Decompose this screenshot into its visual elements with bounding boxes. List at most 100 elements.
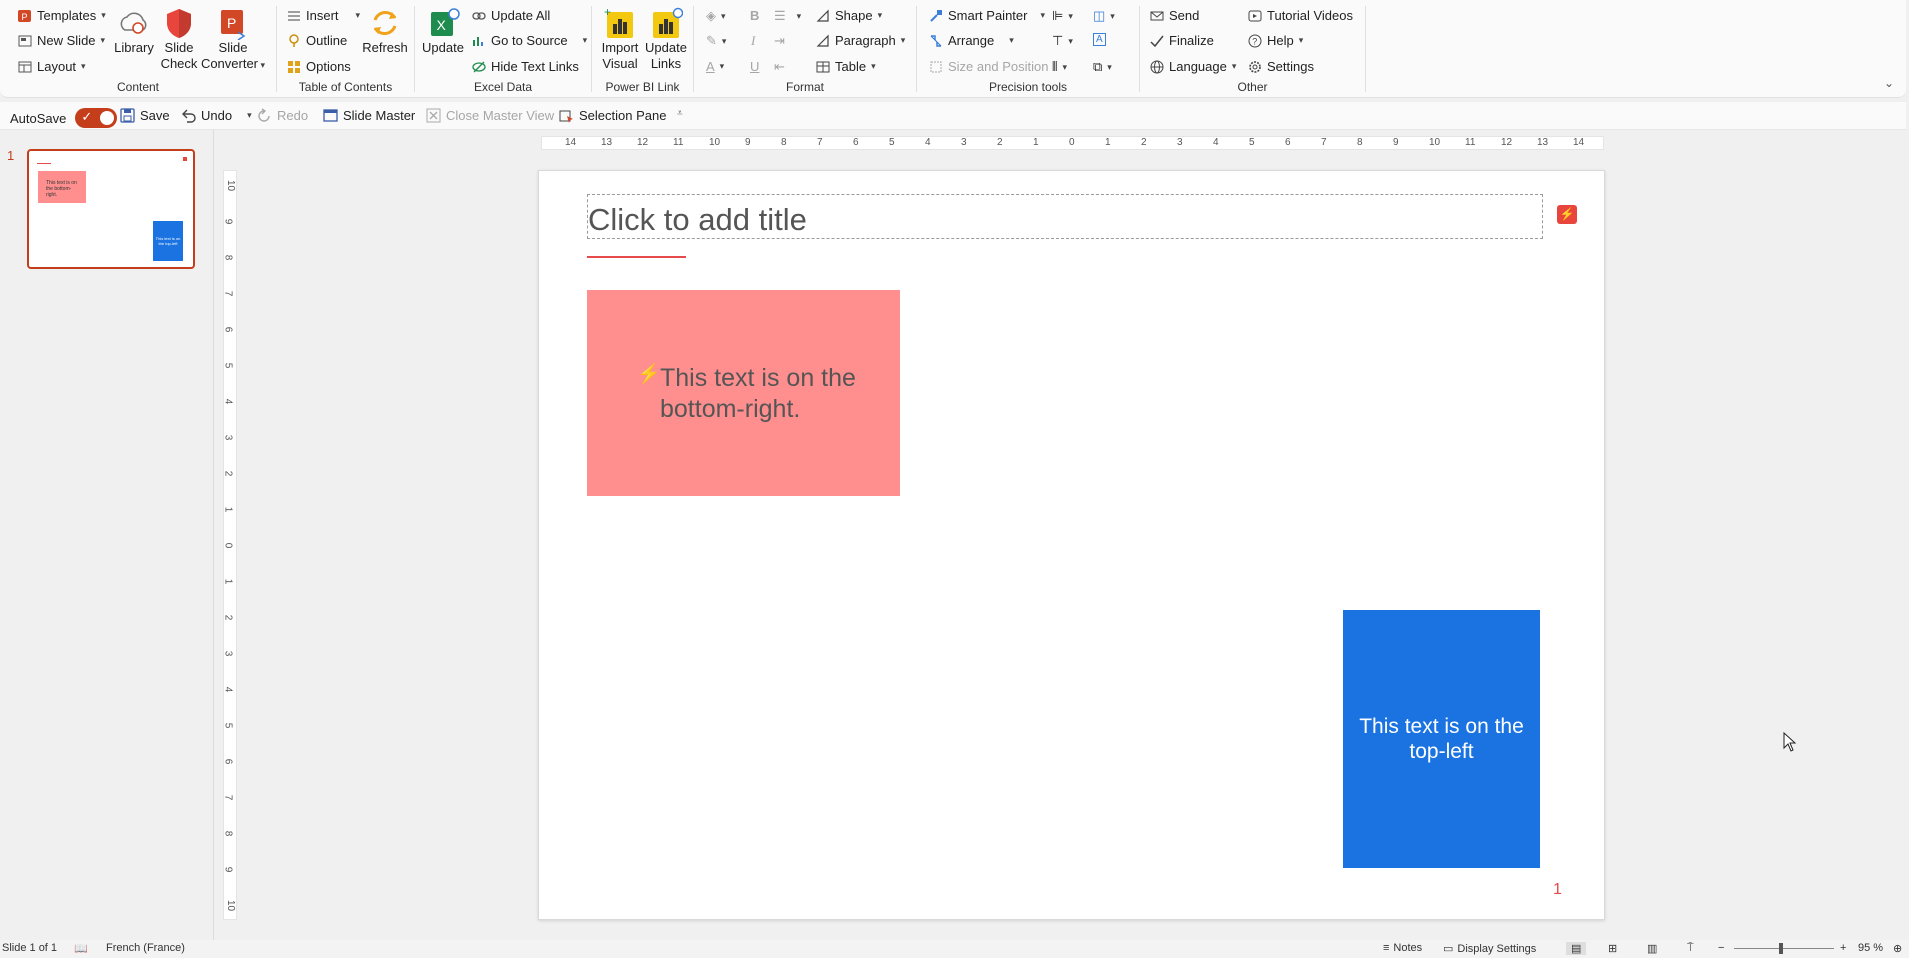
arrange-icon: [930, 34, 942, 47]
library-button[interactable]: Library: [113, 6, 155, 56]
red-shape[interactable]: ⚡ This text is on the bottom-right.: [587, 290, 900, 496]
spacing-button[interactable]: ⫴ ▾: [1052, 59, 1067, 75]
shape-button[interactable]: Shape ▾: [816, 8, 882, 23]
indent-increase-button[interactable]: ⇥: [774, 33, 785, 49]
font-color-button[interactable]: A ▾: [706, 59, 724, 74]
zoom-slider-thumb[interactable]: [1779, 943, 1783, 954]
slide-converter-button[interactable]: P Slide Converter ▾: [200, 6, 266, 73]
import-visual-button[interactable]: + Import Visual: [598, 6, 642, 72]
slide-master-button[interactable]: Slide Master: [323, 108, 415, 123]
slide-canvas[interactable]: Click to add title ⚡ ⚡ This text is on t…: [538, 170, 1605, 920]
align-objects-button[interactable]: ⊫ ▾: [1052, 8, 1073, 24]
accessibility-button[interactable]: 📖: [74, 942, 88, 955]
table-label: Table: [835, 59, 867, 74]
normal-view-button[interactable]: ▤: [1566, 942, 1587, 955]
update-all-button[interactable]: Update All: [472, 8, 550, 23]
smart-painter-button[interactable]: Smart Painter ▾: [929, 8, 1045, 23]
fill-color-button[interactable]: ◈ ▾: [706, 8, 726, 24]
go-to-source-button[interactable]: Go to Source ▾: [472, 33, 587, 48]
undo-button[interactable]: Undo ▾: [181, 108, 252, 123]
insert-button[interactable]: Insert ▾: [287, 8, 360, 23]
size-position-label: Size and Position: [948, 59, 1049, 74]
line-color-button[interactable]: ✎ ▾: [706, 33, 726, 49]
save-button[interactable]: Save: [120, 108, 170, 123]
hide-text-links-button[interactable]: Hide Text Links: [472, 59, 579, 74]
display-settings-button[interactable]: ▭ Display Settings: [1443, 942, 1536, 956]
paragraph-button[interactable]: Paragraph ▾: [816, 33, 905, 48]
update-links-button[interactable]: Update Links: [644, 6, 688, 72]
outline-button[interactable]: Outline: [287, 33, 347, 48]
redo-icon: [258, 108, 270, 122]
group-precision-label: Precision tools: [988, 80, 1068, 94]
options-label: Options: [306, 59, 351, 74]
customize-qat-button[interactable]: ⩡: [677, 108, 683, 119]
textbox-icon: A: [1093, 33, 1106, 46]
help-button[interactable]: ? Help ▾: [1248, 33, 1303, 48]
chevron-down-icon: ▾: [900, 35, 906, 45]
mail-icon: [1150, 11, 1164, 20]
shapes-group-button[interactable]: ◫ ▾: [1093, 8, 1115, 24]
selection-pane-button[interactable]: Selection Pane: [559, 108, 666, 123]
redo-button[interactable]: Redo: [257, 108, 308, 123]
update-button[interactable]: X Update: [419, 6, 467, 56]
undo-icon: [182, 109, 196, 123]
chevron-down-icon: ▾: [721, 35, 727, 46]
zoom-out-button[interactable]: −: [1718, 942, 1724, 954]
new-slide-button[interactable]: New Slide ▾: [18, 33, 105, 48]
notes-button[interactable]: ≡ Notes: [1383, 942, 1422, 954]
title-placeholder[interactable]: Click to add title: [587, 194, 1543, 239]
options-button[interactable]: Options: [287, 59, 351, 74]
send-button[interactable]: Send: [1150, 8, 1199, 23]
slide-check-label-1: Slide: [164, 40, 194, 55]
italic-button[interactable]: I: [751, 33, 755, 49]
settings-button[interactable]: Settings: [1248, 59, 1314, 74]
textbox-button[interactable]: A: [1093, 33, 1106, 46]
templates-button[interactable]: P Templates ▾: [18, 8, 106, 23]
size-position-button[interactable]: Size and Position: [929, 59, 1048, 74]
fit-window-icon: ⊕: [1893, 943, 1903, 955]
close-master-view-button[interactable]: Close Master View: [426, 108, 554, 123]
book-icon: 📖: [74, 943, 88, 955]
language-button[interactable]: Language ▾: [1150, 59, 1236, 74]
layout-button[interactable]: Layout ▾: [18, 59, 86, 74]
blue-shape[interactable]: This text is on the top-left: [1343, 610, 1540, 868]
distribute-button[interactable]: ⊤ ▾: [1052, 33, 1073, 49]
chevron-down-icon: ▾: [355, 10, 361, 20]
svg-text:P: P: [22, 12, 28, 22]
lightning-badge[interactable]: ⚡: [1557, 205, 1577, 224]
slide-sorter-button[interactable]: ⊞: [1608, 942, 1617, 955]
arrange-button[interactable]: Arrange ▾: [929, 33, 1014, 48]
slide-check-button[interactable]: Slide Check: [159, 6, 199, 72]
table-button[interactable]: Table ▾: [816, 59, 876, 74]
fit-slide-button[interactable]: ⊕: [1893, 942, 1902, 955]
eye-hidden-icon: [472, 61, 486, 72]
slide-thumbnail[interactable]: This text is on the bottom-right. This t…: [27, 149, 195, 269]
collapse-ribbon-button[interactable]: ⌄: [1884, 76, 1894, 90]
reading-view-button[interactable]: ▥: [1647, 942, 1657, 955]
go-to-source-label: Go to Source: [491, 33, 568, 48]
underline-button[interactable]: U: [750, 59, 759, 74]
ruler-tick-label: 2: [997, 137, 1003, 148]
bold-button[interactable]: B: [750, 8, 759, 23]
autosave-toggle[interactable]: AutoSave ✓: [10, 108, 118, 128]
toggle-switch[interactable]: ✓: [75, 108, 118, 128]
refresh-button[interactable]: Refresh: [361, 6, 409, 56]
reading-view-icon: ▥: [1647, 943, 1658, 955]
group-objects-button[interactable]: ⧉ ▾: [1093, 59, 1112, 75]
zoom-in-button[interactable]: +: [1840, 942, 1846, 954]
toggle-knob: [100, 111, 115, 125]
slide-sorter-icon: ⊞: [1608, 943, 1618, 955]
zoom-level[interactable]: 95 %: [1858, 942, 1883, 954]
zoom-slider[interactable]: [1734, 948, 1834, 949]
indent-decrease-button[interactable]: ⇤: [774, 59, 785, 75]
slideshow-button[interactable]: ⍑: [1687, 942, 1694, 955]
tutorial-videos-button[interactable]: Tutorial Videos: [1248, 8, 1353, 23]
undo-label: Undo: [201, 108, 233, 123]
ruler-tick-label: 14: [1573, 137, 1585, 148]
ruler-tick-label: 6: [222, 758, 234, 765]
finalize-button[interactable]: Finalize: [1150, 33, 1214, 48]
align-button[interactable]: ☰ ▾: [774, 8, 801, 24]
ruler-tick-label: 9: [222, 866, 234, 873]
vertical-ruler: 10 9 8 7 6 5 4 3 2 1 0 1 2 3 4 5 6 7 8 9 10: [222, 170, 237, 920]
language-status[interactable]: French (France): [106, 942, 185, 954]
